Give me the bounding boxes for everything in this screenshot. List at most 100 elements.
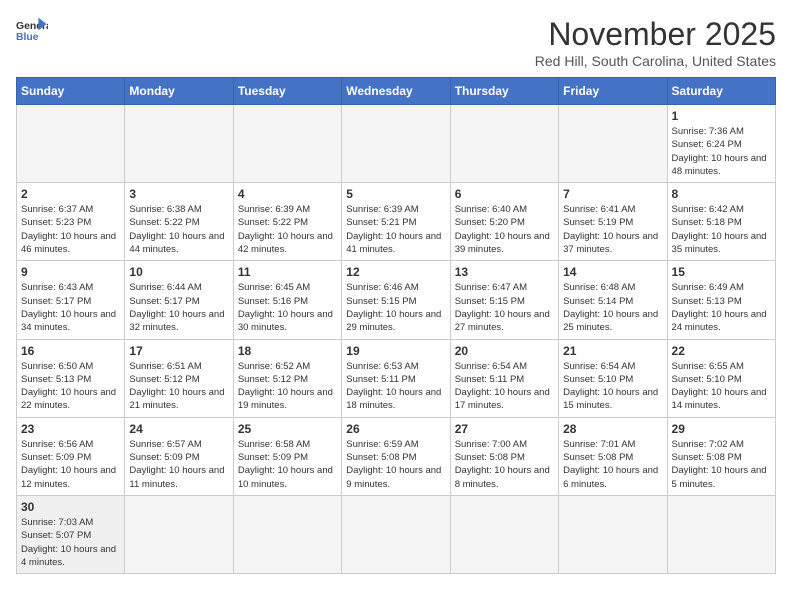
calendar-cell: 19 Sunrise: 6:53 AM Sunset: 5:11 PM Dayli… xyxy=(342,339,450,417)
day-info: Sunrise: 6:44 AM Sunset: 5:17 PM Dayligh… xyxy=(129,281,228,334)
day-info: Sunrise: 6:39 AM Sunset: 5:22 PM Dayligh… xyxy=(238,203,337,256)
day-number: 6 xyxy=(455,187,554,201)
day-number: 5 xyxy=(346,187,445,201)
page-header: General Blue November 2025 Red Hill, Sou… xyxy=(16,16,776,69)
calendar-cell xyxy=(342,495,450,573)
calendar-cell: 16 Sunrise: 6:50 AM Sunset: 5:13 PM Dayli… xyxy=(17,339,125,417)
calendar-cell: 1Sunrise: 7:36 AM Sunset: 6:24 PM Daylig… xyxy=(667,105,775,183)
day-number: 20 xyxy=(455,344,554,358)
day-header-tuesday: Tuesday xyxy=(233,78,341,105)
day-number: 18 xyxy=(238,344,337,358)
calendar-cell: 22 Sunrise: 6:55 AM Sunset: 5:10 PM Dayli… xyxy=(667,339,775,417)
location-subtitle: Red Hill, South Carolina, United States xyxy=(535,53,776,69)
day-header-friday: Friday xyxy=(559,78,667,105)
day-info: Sunrise: 6:43 AM Sunset: 5:17 PM Dayligh… xyxy=(21,281,120,334)
day-number: 19 xyxy=(346,344,445,358)
day-header-sunday: Sunday xyxy=(17,78,125,105)
calendar-cell: 3 Sunrise: 6:38 AM Sunset: 5:22 PM Daylig… xyxy=(125,183,233,261)
day-info: Sunrise: 6:54 AM Sunset: 5:11 PM Dayligh… xyxy=(455,360,554,413)
calendar-header-row: SundayMondayTuesdayWednesdayThursdayFrid… xyxy=(17,78,776,105)
calendar-cell: 6 Sunrise: 6:40 AM Sunset: 5:20 PM Daylig… xyxy=(450,183,558,261)
calendar-table: SundayMondayTuesdayWednesdayThursdayFrid… xyxy=(16,77,776,574)
calendar-title-area: November 2025 Red Hill, South Carolina, … xyxy=(535,16,776,69)
day-header-saturday: Saturday xyxy=(667,78,775,105)
calendar-cell: 25 Sunrise: 6:58 AM Sunset: 5:09 PM Dayli… xyxy=(233,417,341,495)
day-info: Sunrise: 6:45 AM Sunset: 5:16 PM Dayligh… xyxy=(238,281,337,334)
calendar-cell: 27Sunrise: 7:00 AM Sunset: 5:08 PM Dayli… xyxy=(450,417,558,495)
calendar-cell xyxy=(559,495,667,573)
day-number: 21 xyxy=(563,344,662,358)
day-number: 8 xyxy=(672,187,771,201)
day-number: 15 xyxy=(672,265,771,279)
calendar-cell: 15Sunrise: 6:49 AM Sunset: 5:13 PM Dayli… xyxy=(667,261,775,339)
month-title: November 2025 xyxy=(535,16,776,53)
day-number: 7 xyxy=(563,187,662,201)
calendar-cell: 14Sunrise: 6:48 AM Sunset: 5:14 PM Dayli… xyxy=(559,261,667,339)
day-info: Sunrise: 6:42 AM Sunset: 5:18 PM Dayligh… xyxy=(672,203,771,256)
day-number: 26 xyxy=(346,422,445,436)
day-info: Sunrise: 6:40 AM Sunset: 5:20 PM Dayligh… xyxy=(455,203,554,256)
calendar-cell xyxy=(233,495,341,573)
calendar-cell: 21 Sunrise: 6:54 AM Sunset: 5:10 PM Dayli… xyxy=(559,339,667,417)
calendar-cell: 18Sunrise: 6:52 AM Sunset: 5:12 PM Dayli… xyxy=(233,339,341,417)
day-number: 10 xyxy=(129,265,228,279)
day-number: 22 xyxy=(672,344,771,358)
calendar-cell: 26 Sunrise: 6:59 AM Sunset: 5:08 PM Dayli… xyxy=(342,417,450,495)
day-info: Sunrise: 6:59 AM Sunset: 5:08 PM Dayligh… xyxy=(346,438,445,491)
day-number: 14 xyxy=(563,265,662,279)
day-info: Sunrise: 7:02 AM Sunset: 5:08 PM Dayligh… xyxy=(672,438,771,491)
calendar-cell: 29 Sunrise: 7:02 AM Sunset: 5:08 PM Dayli… xyxy=(667,417,775,495)
day-info: Sunrise: 6:46 AM Sunset: 5:15 PM Dayligh… xyxy=(346,281,445,334)
day-info: Sunrise: 6:53 AM Sunset: 5:11 PM Dayligh… xyxy=(346,360,445,413)
calendar-cell: 11 Sunrise: 6:45 AM Sunset: 5:16 PM Dayli… xyxy=(233,261,341,339)
day-number: 11 xyxy=(238,265,337,279)
day-number: 28 xyxy=(563,422,662,436)
day-info: Sunrise: 6:56 AM Sunset: 5:09 PM Dayligh… xyxy=(21,438,120,491)
day-info: Sunrise: 6:47 AM Sunset: 5:15 PM Dayligh… xyxy=(455,281,554,334)
day-info: Sunrise: 7:01 AM Sunset: 5:08 PM Dayligh… xyxy=(563,438,662,491)
day-number: 25 xyxy=(238,422,337,436)
day-number: 13 xyxy=(455,265,554,279)
day-header-thursday: Thursday xyxy=(450,78,558,105)
day-number: 9 xyxy=(21,265,120,279)
calendar-cell: 28 Sunrise: 7:01 AM Sunset: 5:08 PM Dayli… xyxy=(559,417,667,495)
calendar-cell: 10 Sunrise: 6:44 AM Sunset: 5:17 PM Dayli… xyxy=(125,261,233,339)
day-info: Sunrise: 7:03 AM Sunset: 5:07 PM Dayligh… xyxy=(21,516,120,569)
day-info: Sunrise: 6:51 AM Sunset: 5:12 PM Dayligh… xyxy=(129,360,228,413)
day-number: 12 xyxy=(346,265,445,279)
day-info: Sunrise: 6:38 AM Sunset: 5:22 PM Dayligh… xyxy=(129,203,228,256)
day-number: 3 xyxy=(129,187,228,201)
calendar-cell: 8 Sunrise: 6:42 AM Sunset: 5:18 PM Daylig… xyxy=(667,183,775,261)
day-info: Sunrise: 7:36 AM Sunset: 6:24 PM Dayligh… xyxy=(672,125,771,178)
calendar-cell xyxy=(17,105,125,183)
day-info: Sunrise: 6:54 AM Sunset: 5:10 PM Dayligh… xyxy=(563,360,662,413)
day-number: 17 xyxy=(129,344,228,358)
calendar-cell xyxy=(559,105,667,183)
day-info: Sunrise: 6:50 AM Sunset: 5:13 PM Dayligh… xyxy=(21,360,120,413)
calendar-cell xyxy=(450,495,558,573)
day-info: Sunrise: 6:57 AM Sunset: 5:09 PM Dayligh… xyxy=(129,438,228,491)
calendar-cell: 17 Sunrise: 6:51 AM Sunset: 5:12 PM Dayli… xyxy=(125,339,233,417)
day-info: Sunrise: 6:39 AM Sunset: 5:21 PM Dayligh… xyxy=(346,203,445,256)
calendar-cell: 23 Sunrise: 6:56 AM Sunset: 5:09 PM Dayli… xyxy=(17,417,125,495)
day-number: 29 xyxy=(672,422,771,436)
day-info: Sunrise: 6:58 AM Sunset: 5:09 PM Dayligh… xyxy=(238,438,337,491)
day-number: 4 xyxy=(238,187,337,201)
calendar-cell: 13 Sunrise: 6:47 AM Sunset: 5:15 PM Dayli… xyxy=(450,261,558,339)
day-number: 24 xyxy=(129,422,228,436)
calendar-cell: 9 Sunrise: 6:43 AM Sunset: 5:17 PM Daylig… xyxy=(17,261,125,339)
day-info: Sunrise: 6:55 AM Sunset: 5:10 PM Dayligh… xyxy=(672,360,771,413)
calendar-cell: 5 Sunrise: 6:39 AM Sunset: 5:21 PM Daylig… xyxy=(342,183,450,261)
day-number: 30 xyxy=(21,500,120,514)
day-number: 16 xyxy=(21,344,120,358)
day-info: Sunrise: 6:41 AM Sunset: 5:19 PM Dayligh… xyxy=(563,203,662,256)
calendar-cell: 4 Sunrise: 6:39 AM Sunset: 5:22 PM Daylig… xyxy=(233,183,341,261)
day-number: 23 xyxy=(21,422,120,436)
calendar-cell: 20 Sunrise: 6:54 AM Sunset: 5:11 PM Dayli… xyxy=(450,339,558,417)
day-header-monday: Monday xyxy=(125,78,233,105)
calendar-cell: 2Sunrise: 6:37 AM Sunset: 5:23 PM Daylig… xyxy=(17,183,125,261)
day-header-wednesday: Wednesday xyxy=(342,78,450,105)
calendar-cell xyxy=(667,495,775,573)
calendar-cell: 30 Sunrise: 7:03 AM Sunset: 5:07 PM Dayli… xyxy=(17,495,125,573)
calendar-cell: 12 Sunrise: 6:46 AM Sunset: 5:15 PM Dayli… xyxy=(342,261,450,339)
